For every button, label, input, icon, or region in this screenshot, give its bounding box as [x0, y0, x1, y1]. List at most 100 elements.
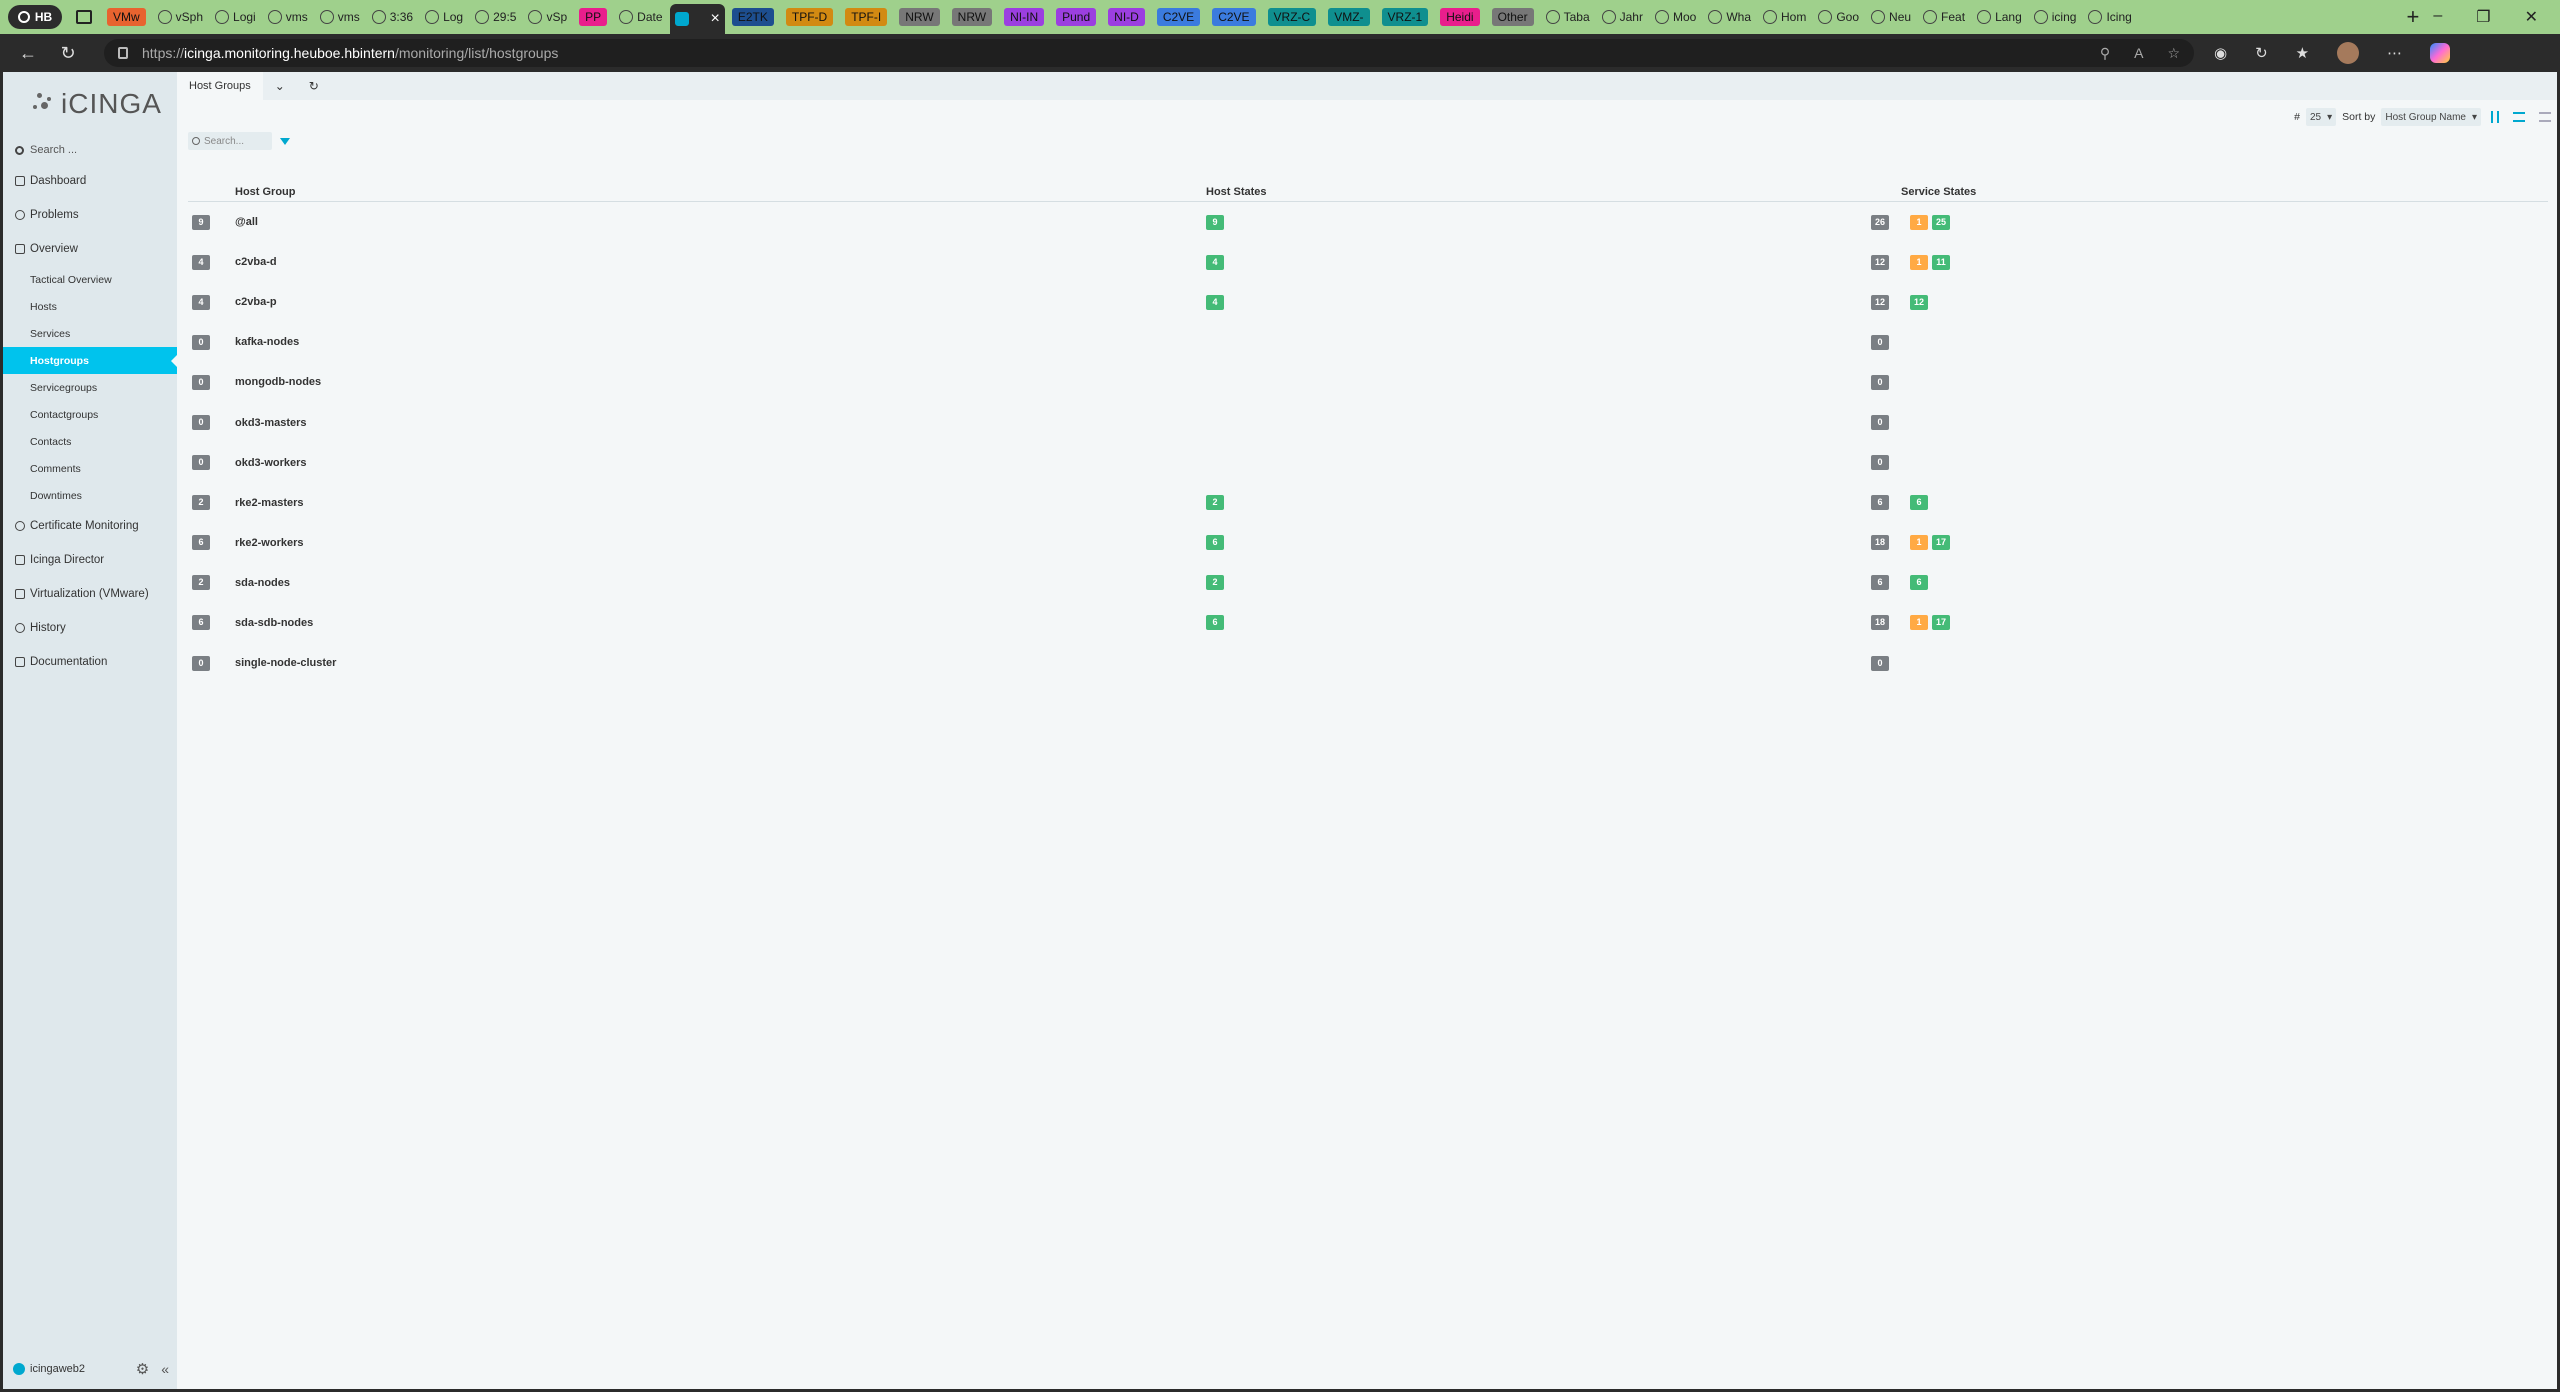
browser-tab[interactable]: Date: [614, 4, 667, 30]
browser-tab[interactable]: vms: [315, 4, 365, 30]
table-row[interactable]: 0 kafka-nodes 0: [188, 322, 2548, 362]
browser-tab[interactable]: VMw: [102, 4, 151, 30]
nav-documentation[interactable]: Documentation: [3, 645, 177, 679]
icinga-logo[interactable]: iCINGA: [3, 72, 177, 136]
browser-tab[interactable]: TPF-I: [840, 4, 892, 30]
browser-tab[interactable]: Wha: [1703, 4, 1756, 30]
browser-tab[interactable]: vms: [263, 4, 313, 30]
hostgroup-name-link[interactable]: sda-sdb-nodes: [235, 617, 313, 629]
browser-tab[interactable]: 3:36: [367, 4, 418, 30]
nav-tactical-overview[interactable]: Tactical Overview: [3, 266, 177, 293]
close-tab-icon[interactable]: ×: [711, 10, 720, 28]
table-row[interactable]: 6 sda-sdb-nodes 6 18 1 17: [188, 603, 2548, 643]
table-row[interactable]: 2 sda-nodes 2 6 6: [188, 563, 2548, 603]
nav-overview[interactable]: Overview: [3, 232, 177, 266]
service-warning-badge[interactable]: 1: [1910, 615, 1928, 631]
nav-history[interactable]: History: [3, 611, 177, 645]
browser-tab[interactable]: PP: [574, 4, 612, 30]
sort-select[interactable]: Host Group Name ▾: [2381, 108, 2481, 126]
browser-tab[interactable]: vSph: [153, 4, 208, 30]
sync-icon[interactable]: ↻: [2255, 44, 2268, 62]
service-warning-badge[interactable]: 1: [1910, 214, 1928, 230]
host-ok-badge[interactable]: 6: [1206, 615, 1224, 631]
host-ok-badge[interactable]: 2: [1206, 575, 1224, 591]
browser-tab[interactable]: ×: [669, 4, 725, 34]
hostgroup-name-link[interactable]: c2vba-d: [235, 256, 277, 268]
table-row[interactable]: 0 okd3-workers 0: [188, 443, 2548, 483]
browser-tab[interactable]: Other: [1487, 4, 1539, 30]
more-icon[interactable]: ⋯: [2387, 44, 2402, 62]
browser-tab[interactable]: TPF-D: [781, 4, 838, 30]
service-ok-badge[interactable]: 17: [1932, 615, 1951, 631]
favorites-icon[interactable]: ★: [2296, 44, 2309, 62]
table-row[interactable]: 4 c2vba-p 4 12 12: [188, 282, 2548, 322]
extension-icon[interactable]: ◉: [2214, 44, 2227, 62]
table-row[interactable]: 9 @all 9 26 1 25: [188, 202, 2548, 242]
host-ok-badge[interactable]: 4: [1206, 254, 1224, 270]
service-ok-badge[interactable]: 12: [1910, 294, 1929, 310]
favorite-star-icon[interactable]: ☆: [2167, 45, 2180, 62]
service-warning-badge[interactable]: 1: [1910, 254, 1928, 270]
host-ok-badge[interactable]: 2: [1206, 495, 1224, 511]
browser-tab[interactable]: Log: [420, 4, 468, 30]
host-ok-badge[interactable]: 6: [1206, 535, 1224, 551]
browser-tab[interactable]: NI-IN: [999, 4, 1049, 30]
back-icon[interactable]: ←: [16, 43, 40, 64]
browser-tab[interactable]: NRW: [894, 4, 944, 30]
user-avatar[interactable]: [2337, 42, 2360, 64]
nav-virtualization[interactable]: Virtualization (VMware): [3, 577, 177, 611]
browser-tab[interactable]: vSp: [523, 4, 572, 30]
nav-services[interactable]: Services: [3, 320, 177, 347]
host-ok-badge[interactable]: 9: [1206, 214, 1224, 230]
username[interactable]: icingaweb2: [30, 1363, 85, 1375]
grid-view-icon[interactable]: [2539, 112, 2551, 122]
tab-actions-icon[interactable]: [76, 10, 92, 24]
browser-tab[interactable]: NI-D: [1103, 4, 1150, 30]
sidebar-search[interactable]: Search ...: [3, 136, 177, 164]
hostgroup-name-link[interactable]: rke2-workers: [235, 537, 304, 549]
browser-tab[interactable]: Moo: [1650, 4, 1701, 30]
service-ok-badge[interactable]: 6: [1910, 575, 1928, 591]
hostgroup-name-link[interactable]: okd3-workers: [235, 457, 307, 469]
browser-tab[interactable]: Neu: [1866, 4, 1916, 30]
zoom-icon[interactable]: ⚲: [2100, 45, 2110, 62]
browser-tab[interactable]: Icing: [2083, 4, 2136, 30]
hostgroup-name-link[interactable]: mongodb-nodes: [235, 376, 321, 388]
browser-tab[interactable]: Jahr: [1597, 4, 1648, 30]
table-row[interactable]: 0 single-node-cluster 0: [188, 643, 2548, 683]
browser-tab[interactable]: Logi: [210, 4, 261, 30]
nav-comments[interactable]: Comments: [3, 455, 177, 482]
nav-hosts[interactable]: Hosts: [3, 293, 177, 320]
service-ok-badge[interactable]: 25: [1932, 214, 1951, 230]
service-ok-badge[interactable]: 11: [1932, 254, 1950, 270]
browser-tab[interactable]: Heidi: [1435, 4, 1484, 30]
service-ok-badge[interactable]: 6: [1910, 495, 1928, 511]
hostgroup-name-link[interactable]: kafka-nodes: [235, 336, 299, 348]
read-aloud-icon[interactable]: A: [2134, 45, 2143, 62]
browser-tab[interactable]: VRZ-C: [1263, 4, 1322, 30]
nav-servicegroups[interactable]: Servicegroups: [3, 374, 177, 401]
hostgroup-name-link[interactable]: sda-nodes: [235, 577, 290, 589]
nav-downtimes[interactable]: Downtimes: [3, 482, 177, 509]
restore-icon[interactable]: ❐: [2476, 7, 2490, 27]
copilot-icon[interactable]: [2430, 43, 2451, 63]
filter-icon[interactable]: [280, 137, 290, 145]
close-window-icon[interactable]: ✕: [2525, 7, 2538, 27]
browser-tab[interactable]: Feat: [1918, 4, 1970, 30]
nav-problems[interactable]: Problems: [3, 198, 177, 232]
browser-tab[interactable]: C2VE: [1152, 4, 1205, 30]
hostgroup-name-link[interactable]: single-node-cluster: [235, 657, 336, 669]
chevron-down-icon[interactable]: ⌄: [263, 79, 297, 93]
collapse-sidebar-icon[interactable]: «: [161, 1361, 169, 1377]
browser-tab[interactable]: Taba: [1541, 4, 1595, 30]
nav-dashboard[interactable]: Dashboard: [3, 164, 177, 198]
table-row[interactable]: 0 okd3-masters 0: [188, 402, 2548, 442]
header-service-states[interactable]: Service States: [1901, 186, 1976, 198]
host-ok-badge[interactable]: 4: [1206, 294, 1224, 310]
service-warning-badge[interactable]: 1: [1910, 535, 1928, 551]
browser-tab[interactable]: E2TK: [727, 4, 779, 30]
browser-tab[interactable]: Hom: [1758, 4, 1811, 30]
nav-icinga-director[interactable]: Icinga Director: [3, 543, 177, 577]
table-row[interactable]: 0 mongodb-nodes 0: [188, 362, 2548, 402]
search-input[interactable]: Search...: [188, 132, 272, 150]
